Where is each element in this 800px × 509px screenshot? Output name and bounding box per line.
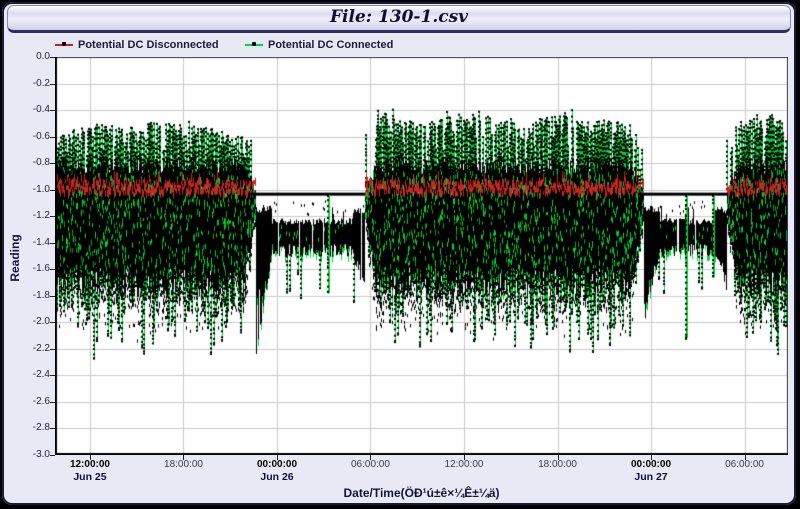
- legend-label: Potential DC Disconnected: [78, 39, 219, 51]
- y-tick-mark: [50, 110, 55, 111]
- y-tick-label: -2.4: [16, 369, 50, 380]
- y-tick-mark: [50, 455, 55, 456]
- title-bar[interactable]: File: 130-1.csv: [7, 5, 791, 33]
- y-tick-mark: [50, 137, 55, 138]
- y-tick-mark: [50, 216, 55, 217]
- y-tick-mark: [50, 84, 55, 85]
- y-tick-label: -1.8: [16, 290, 50, 301]
- y-tick-label: -1.0: [16, 184, 50, 195]
- x-tick-time: 18:00:00: [525, 459, 591, 470]
- x-tick-date: Jun 25: [57, 471, 123, 483]
- x-tick-time: 12:00:00: [57, 459, 123, 470]
- x-tick-time: 12:00:00: [431, 459, 497, 470]
- x-tick-mark: [745, 455, 746, 460]
- y-tick-mark: [50, 349, 55, 350]
- chart-canvas[interactable]: [55, 57, 788, 455]
- y-tick-label: -1.4: [16, 237, 50, 248]
- y-tick-mark: [50, 190, 55, 191]
- y-tick-label: -1.2: [16, 210, 50, 221]
- x-tick-mark: [370, 455, 371, 460]
- y-tick-label: 0.0: [16, 51, 50, 62]
- y-tick-mark: [50, 375, 55, 376]
- y-tick-mark: [50, 428, 55, 429]
- y-tick-label: -0.2: [16, 78, 50, 89]
- x-tick-time: 18:00:00: [150, 459, 216, 470]
- x-tick-date: Jun 26: [244, 471, 310, 483]
- y-tick-label: -2.6: [16, 396, 50, 407]
- y-tick-label: -0.6: [16, 131, 50, 142]
- y-tick-mark: [50, 322, 55, 323]
- x-tick-time: 06:00:00: [712, 459, 778, 470]
- x-tick-time: 06:00:00: [337, 459, 403, 470]
- legend-item-1[interactable]: Potential DC Connected: [245, 38, 393, 52]
- y-tick-label: -2.2: [16, 343, 50, 354]
- y-tick-label: -1.6: [16, 263, 50, 274]
- legend-label: Potential DC Connected: [268, 39, 393, 51]
- y-tick-label: -0.8: [16, 157, 50, 168]
- y-tick-mark: [50, 57, 55, 58]
- chart-window: File: 130-1.csv Potential DC Disconnecte…: [2, 2, 796, 505]
- x-tick-mark: [651, 455, 652, 460]
- window-title: File: 130-1.csv: [330, 7, 468, 27]
- y-tick-mark: [50, 402, 55, 403]
- y-tick-mark: [50, 296, 55, 297]
- legend-item-0[interactable]: Potential DC Disconnected: [55, 38, 219, 52]
- y-tick-label: -3.0: [16, 449, 50, 460]
- x-tick-time: 00:00:00: [618, 459, 684, 470]
- x-tick-time: 00:00:00: [244, 459, 310, 470]
- x-tick-mark: [558, 455, 559, 460]
- legend-marker-icon: [245, 40, 263, 50]
- legend-marker-icon: [55, 40, 73, 50]
- x-axis-label: Date/Time(ÖÐ¹ú±ê×¼Ê±¼ä): [55, 486, 788, 500]
- y-tick-mark: [50, 163, 55, 164]
- y-tick-mark: [50, 243, 55, 244]
- x-tick-mark: [277, 455, 278, 460]
- y-tick-label: -0.4: [16, 104, 50, 115]
- x-tick-mark: [464, 455, 465, 460]
- x-tick-mark: [90, 455, 91, 460]
- y-tick-label: -2.8: [16, 422, 50, 433]
- y-tick-label: -2.0: [16, 316, 50, 327]
- y-tick-mark: [50, 269, 55, 270]
- x-tick-date: Jun 27: [618, 471, 684, 483]
- x-tick-mark: [183, 455, 184, 460]
